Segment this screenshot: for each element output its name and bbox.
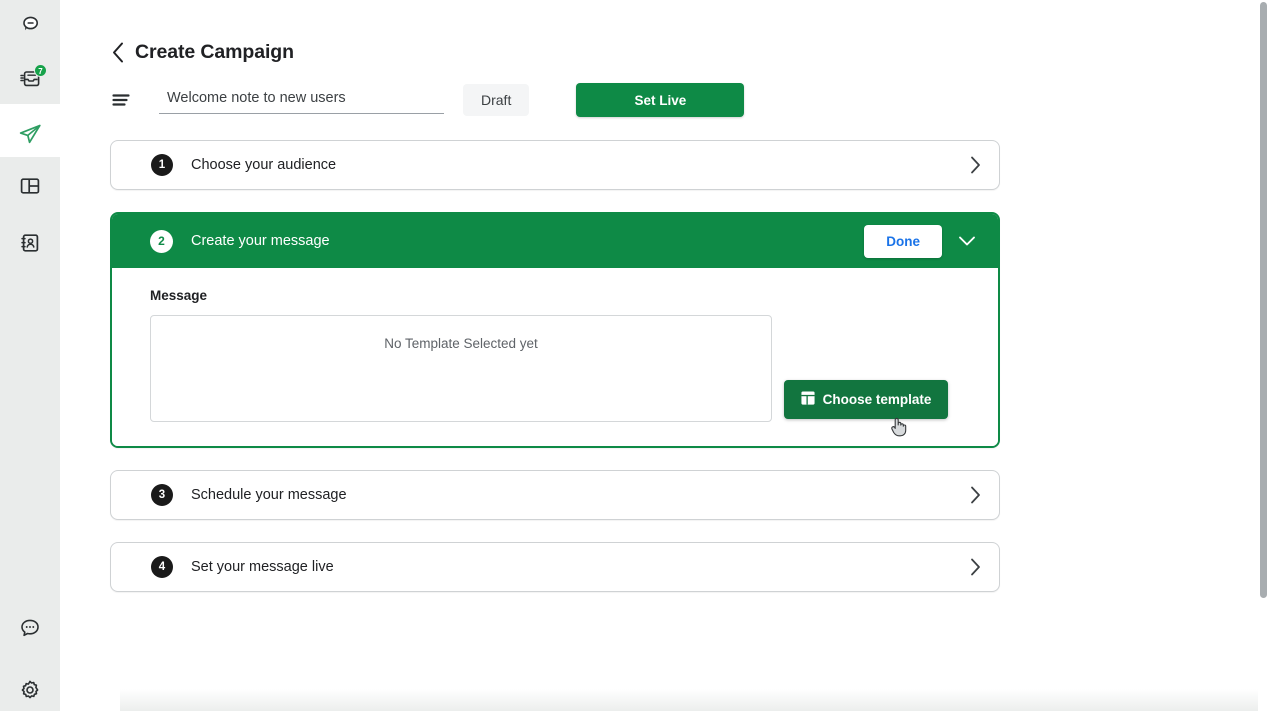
choose-template-label: Choose template <box>822 392 932 407</box>
left-nav-sidebar: 7 <box>0 0 60 711</box>
campaign-steps-list: 1 Choose your audience 2 Create your mes… <box>110 140 1000 592</box>
step-number-badge: 2 <box>150 229 173 253</box>
gear-icon <box>18 678 42 702</box>
chat-bubble-icon <box>18 616 42 640</box>
template-layout-icon <box>801 391 815 408</box>
back-chevron-icon[interactable] <box>110 42 126 64</box>
chevron-right-icon[interactable] <box>970 156 981 174</box>
sidebar-item-conversations[interactable] <box>0 0 60 48</box>
step-header-active[interactable]: 2 Create your message Done <box>112 214 998 268</box>
sidebar-item-support-chat[interactable] <box>0 604 60 652</box>
vertical-scrollbar-track[interactable] <box>1258 0 1270 711</box>
step-body-create-message: Message No Template Selected yet Choose … <box>112 268 998 446</box>
main-content: Create Campaign Draft Set Live <box>60 0 1270 711</box>
sidebar-item-settings[interactable] <box>0 666 60 711</box>
step-card-choose-audience[interactable]: 1 Choose your audience <box>110 140 1000 190</box>
message-section-label: Message <box>150 288 208 303</box>
sidebar-item-contacts[interactable] <box>0 219 60 267</box>
step-title: Create your message <box>191 233 330 249</box>
sidebar-item-inbox[interactable]: 7 <box>0 55 60 103</box>
step-title: Set your message live <box>191 559 334 575</box>
inbox-unread-badge: 7 <box>34 64 47 77</box>
app-root: 7 Create Campaign Welcome note to new us… <box>0 0 1270 711</box>
page-header: Create Campaign <box>110 41 1260 64</box>
template-preview-box[interactable]: No Template Selected yet <box>150 315 772 422</box>
contacts-book-icon <box>18 231 42 255</box>
message-row: No Template Selected yet Choose template <box>150 315 960 422</box>
chevron-right-icon[interactable] <box>970 558 981 576</box>
layout-panel-icon <box>18 174 42 198</box>
choose-template-button[interactable]: Choose template <box>783 380 949 419</box>
step-header[interactable]: 3 Schedule your message <box>111 471 999 519</box>
step-card-set-message-live[interactable]: 4 Set your message live <box>110 542 1000 592</box>
sidebar-item-campaigns[interactable] <box>0 110 60 158</box>
step-number-badge: 3 <box>151 484 173 506</box>
eclipse-chat-icon <box>18 12 42 36</box>
choose-template-wrap: Choose template <box>772 315 960 422</box>
campaign-toolbar: Draft Set Live <box>110 83 1260 117</box>
vertical-scrollbar-thumb[interactable] <box>1260 2 1267 598</box>
campaign-name-input[interactable] <box>159 86 444 114</box>
template-empty-text: No Template Selected yet <box>384 336 538 351</box>
step-card-create-message[interactable]: 2 Create your message Done Message No Te… <box>110 212 1000 448</box>
step-number-badge: 1 <box>151 154 173 176</box>
step-number-badge: 4 <box>151 556 173 578</box>
step-title: Choose your audience <box>191 157 337 173</box>
page-container: Create Campaign Draft Set Live <box>110 0 1260 614</box>
paper-plane-icon <box>17 121 43 147</box>
campaign-status-badge[interactable]: Draft <box>463 84 530 116</box>
bottom-fade-overlay <box>120 689 1258 711</box>
set-live-button[interactable]: Set Live <box>576 83 745 117</box>
chevron-down-icon[interactable] <box>958 235 976 247</box>
step-header[interactable]: 4 Set your message live <box>111 543 999 591</box>
step-card-schedule-message[interactable]: 3 Schedule your message <box>110 470 1000 520</box>
chevron-right-icon[interactable] <box>970 486 981 504</box>
list-lines-icon[interactable] <box>110 87 136 113</box>
page-title: Create Campaign <box>135 41 294 63</box>
done-button[interactable]: Done <box>864 224 942 258</box>
step-header[interactable]: 1 Choose your audience <box>111 141 999 189</box>
step-title: Schedule your message <box>191 487 347 503</box>
sidebar-item-pages[interactable] <box>0 162 60 210</box>
